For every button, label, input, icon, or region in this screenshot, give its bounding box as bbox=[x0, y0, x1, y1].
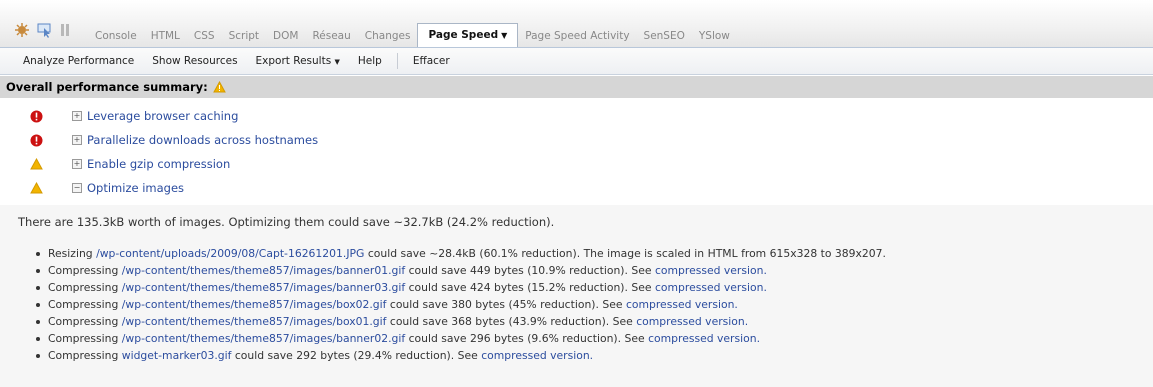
bullet bbox=[36, 337, 40, 341]
image-path-link[interactable]: /wp-content/themes/theme857/images/box02… bbox=[122, 296, 387, 313]
toolbar-grip bbox=[0, 48, 14, 74]
pause-icon[interactable] bbox=[60, 23, 70, 40]
list-item: Compressing /wp-content/themes/theme857/… bbox=[36, 296, 886, 313]
export-results-label: Export Results bbox=[255, 55, 332, 67]
item-action: Compressing bbox=[48, 281, 119, 294]
item-text: could save ~28.4kB (60.1% reduction). Th… bbox=[367, 247, 886, 260]
tab-dom[interactable]: DOM bbox=[266, 26, 305, 46]
toolbar-icons bbox=[14, 21, 70, 41]
rule-row: + Enable gzip compression bbox=[0, 152, 1153, 176]
firebug-tab-bar: Console HTML CSS Script DOM Réseau Chang… bbox=[0, 0, 1153, 48]
performance-summary-header: Overall performance summary: bbox=[0, 76, 1153, 98]
page-speed-toolbar: Analyze Performance Show Resources Expor… bbox=[0, 48, 1153, 75]
rule-row: − Optimize images bbox=[0, 176, 1153, 200]
tab-html[interactable]: HTML bbox=[144, 26, 187, 46]
rule-leverage-browser-caching[interactable]: Leverage browser caching bbox=[87, 109, 238, 123]
summary-title: Overall performance summary: bbox=[6, 80, 208, 94]
item-action: Compressing bbox=[48, 332, 119, 345]
show-resources-button[interactable]: Show Resources bbox=[143, 55, 246, 67]
expand-toggle-icon[interactable]: + bbox=[72, 159, 82, 169]
inspect-icon[interactable] bbox=[37, 22, 53, 41]
bullet bbox=[36, 252, 40, 256]
item-text: could save 424 bytes (15.2% reduction). … bbox=[408, 281, 652, 294]
expand-toggle-icon[interactable]: + bbox=[72, 135, 82, 145]
collapse-toggle-icon[interactable]: − bbox=[72, 183, 82, 193]
tab-senseo[interactable]: SenSEO bbox=[637, 26, 692, 46]
image-path-link[interactable]: /wp-content/themes/theme857/images/banne… bbox=[122, 279, 405, 296]
list-item: Compressing /wp-content/themes/theme857/… bbox=[36, 330, 886, 347]
item-action: Compressing bbox=[48, 349, 119, 362]
tab-page-speed-activity[interactable]: Page Speed Activity bbox=[518, 26, 636, 46]
toolbar-separator bbox=[396, 53, 398, 69]
item-text: could save 292 bytes (29.4% reduction). … bbox=[234, 349, 478, 362]
details-lead: There are 135.3kB worth of images. Optim… bbox=[18, 215, 555, 229]
tab-page-speed-label: Page Speed bbox=[428, 29, 499, 41]
image-path-link[interactable]: /wp-content/uploads/2009/08/Capt-1626120… bbox=[96, 245, 364, 262]
item-text: could save 296 bytes (9.6% reduction). S… bbox=[408, 332, 645, 345]
tab-script[interactable]: Script bbox=[222, 26, 266, 46]
compressed-version-link[interactable]: compressed version. bbox=[481, 347, 593, 364]
item-action: Compressing bbox=[48, 298, 119, 311]
bullet bbox=[36, 269, 40, 273]
list-item: Compressing widget-marker03.gif could sa… bbox=[36, 347, 886, 364]
panel-tabs: Console HTML CSS Script DOM Réseau Chang… bbox=[88, 22, 737, 47]
item-text: could save 380 bytes (45% reduction). Se… bbox=[389, 298, 623, 311]
bullet bbox=[36, 286, 40, 290]
image-path-link[interactable]: widget-marker03.gif bbox=[122, 347, 232, 364]
item-action: Resizing bbox=[48, 247, 93, 260]
compressed-version-link[interactable]: compressed version. bbox=[626, 296, 738, 313]
item-text: could save 449 bytes (10.9% reduction). … bbox=[408, 264, 652, 277]
effacer-button[interactable]: Effacer bbox=[404, 55, 459, 67]
details-list: Resizing /wp-content/uploads/2009/08/Cap… bbox=[36, 245, 886, 364]
bullet bbox=[36, 354, 40, 358]
list-item: Compressing /wp-content/themes/theme857/… bbox=[36, 313, 886, 330]
caret-down-icon: ▼ bbox=[334, 58, 340, 66]
list-item: Resizing /wp-content/uploads/2009/08/Cap… bbox=[36, 245, 886, 262]
tab-css[interactable]: CSS bbox=[187, 26, 222, 46]
error-icon bbox=[28, 134, 44, 147]
help-button[interactable]: Help bbox=[349, 55, 391, 67]
compressed-version-link[interactable]: compressed version. bbox=[655, 279, 767, 296]
export-results-button[interactable]: Export Results ▼ bbox=[247, 55, 349, 67]
analyze-performance-button[interactable]: Analyze Performance bbox=[14, 55, 143, 67]
rule-list: + Leverage browser caching + Parallelize… bbox=[0, 104, 1153, 200]
warning-icon bbox=[28, 158, 44, 170]
rule-parallelize-downloads[interactable]: Parallelize downloads across hostnames bbox=[87, 133, 318, 147]
list-item: Compressing /wp-content/themes/theme857/… bbox=[36, 279, 886, 296]
tab-console[interactable]: Console bbox=[88, 26, 144, 46]
compressed-version-link[interactable]: compressed version. bbox=[655, 262, 767, 279]
rule-enable-gzip[interactable]: Enable gzip compression bbox=[87, 157, 230, 171]
item-action: Compressing bbox=[48, 315, 119, 328]
item-action: Compressing bbox=[48, 264, 119, 277]
tab-yslow[interactable]: YSlow bbox=[692, 26, 737, 46]
rule-details-panel: There are 135.3kB worth of images. Optim… bbox=[0, 205, 1153, 387]
bullet bbox=[36, 303, 40, 307]
list-item: Compressing /wp-content/themes/theme857/… bbox=[36, 262, 886, 279]
image-path-link[interactable]: /wp-content/themes/theme857/images/box01… bbox=[122, 313, 387, 330]
rule-row: + Leverage browser caching bbox=[0, 104, 1153, 128]
expand-toggle-icon[interactable]: + bbox=[72, 111, 82, 121]
compressed-version-link[interactable]: compressed version. bbox=[648, 330, 760, 347]
firebug-icon[interactable] bbox=[14, 22, 30, 41]
tab-reseau[interactable]: Réseau bbox=[305, 26, 357, 46]
error-icon bbox=[28, 110, 44, 123]
bullet bbox=[36, 320, 40, 324]
warning-icon bbox=[212, 81, 226, 93]
rule-row: + Parallelize downloads across hostnames bbox=[0, 128, 1153, 152]
tab-page-speed[interactable]: Page Speed ▼ bbox=[417, 23, 519, 47]
compressed-version-link[interactable]: compressed version. bbox=[636, 313, 748, 330]
tab-changes[interactable]: Changes bbox=[358, 26, 418, 46]
image-path-link[interactable]: /wp-content/themes/theme857/images/banne… bbox=[122, 330, 405, 347]
rule-optimize-images[interactable]: Optimize images bbox=[87, 181, 184, 195]
image-path-link[interactable]: /wp-content/themes/theme857/images/banne… bbox=[122, 262, 405, 279]
item-text: could save 368 bytes (43.9% reduction). … bbox=[389, 315, 633, 328]
caret-down-icon: ▼ bbox=[501, 31, 508, 40]
warning-icon bbox=[28, 182, 44, 194]
